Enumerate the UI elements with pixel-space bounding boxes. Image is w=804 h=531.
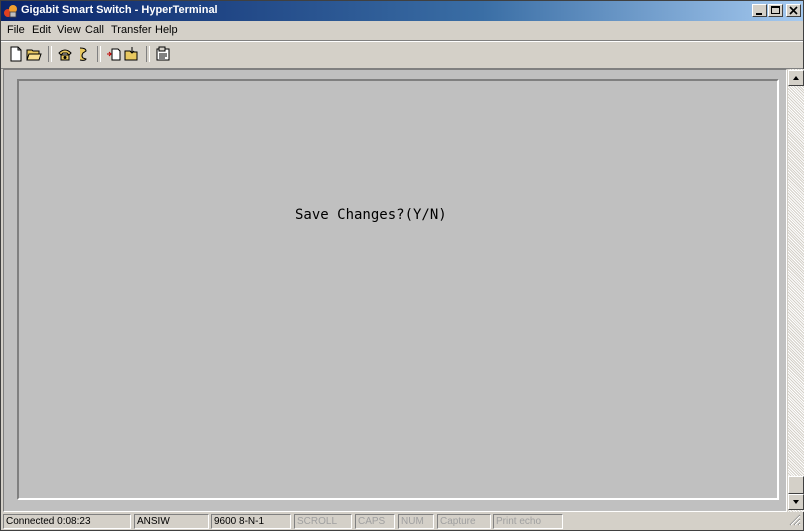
close-button[interactable] bbox=[786, 4, 801, 17]
menu-call[interactable]: Call bbox=[85, 24, 104, 36]
receive-icon[interactable] bbox=[123, 45, 141, 63]
status-capture: Capture bbox=[437, 514, 491, 529]
menu-file[interactable]: File bbox=[7, 24, 25, 36]
send-icon[interactable] bbox=[105, 45, 123, 63]
window-title: Gigabit Smart Switch - HyperTerminal bbox=[21, 4, 218, 16]
maximize-button[interactable] bbox=[768, 4, 783, 17]
properties-icon[interactable] bbox=[154, 45, 172, 63]
disconnect-icon[interactable] bbox=[74, 45, 92, 63]
scroll-up-button[interactable] bbox=[788, 70, 804, 86]
resize-grip-icon[interactable] bbox=[789, 514, 801, 529]
menu-bar: File Edit View Call Transfer Help bbox=[1, 21, 803, 41]
new-connection-icon[interactable] bbox=[7, 45, 25, 63]
status-emulation: ANSIW bbox=[134, 514, 209, 529]
hyperterminal-window: Gigabit Smart Switch - HyperTerminal Fil… bbox=[0, 0, 804, 531]
hyperterminal-icon bbox=[4, 4, 18, 18]
connect-icon[interactable] bbox=[56, 45, 74, 63]
scroll-down-button[interactable] bbox=[788, 494, 804, 510]
menu-view[interactable]: View bbox=[57, 24, 81, 36]
status-caps: CAPS bbox=[355, 514, 395, 529]
scroll-thumb[interactable] bbox=[788, 476, 804, 494]
toolbar-separator bbox=[48, 46, 52, 62]
toolbar-separator bbox=[146, 46, 150, 62]
menu-help[interactable]: Help bbox=[155, 24, 178, 36]
toolbar-separator bbox=[97, 46, 101, 62]
title-bar[interactable]: Gigabit Smart Switch - HyperTerminal bbox=[1, 1, 803, 21]
menu-transfer[interactable]: Transfer bbox=[111, 24, 152, 36]
toolbar bbox=[1, 41, 803, 69]
vertical-scrollbar[interactable] bbox=[788, 69, 804, 512]
menu-edit[interactable]: Edit bbox=[32, 24, 51, 36]
status-bar: Connected 0:08:23 ANSIW 9600 8-N-1 SCROL… bbox=[1, 512, 803, 531]
status-num: NUM bbox=[398, 514, 434, 529]
status-port-settings: 9600 8-N-1 bbox=[211, 514, 291, 529]
minimize-button[interactable] bbox=[752, 4, 767, 17]
terminal-screen[interactable] bbox=[17, 79, 779, 500]
status-scroll: SCROLL bbox=[294, 514, 352, 529]
open-icon[interactable] bbox=[25, 45, 43, 63]
status-print-echo: Print echo bbox=[493, 514, 563, 529]
status-connected: Connected 0:08:23 bbox=[3, 514, 131, 529]
terminal-text: Save Changes?(Y/N) bbox=[295, 207, 447, 223]
